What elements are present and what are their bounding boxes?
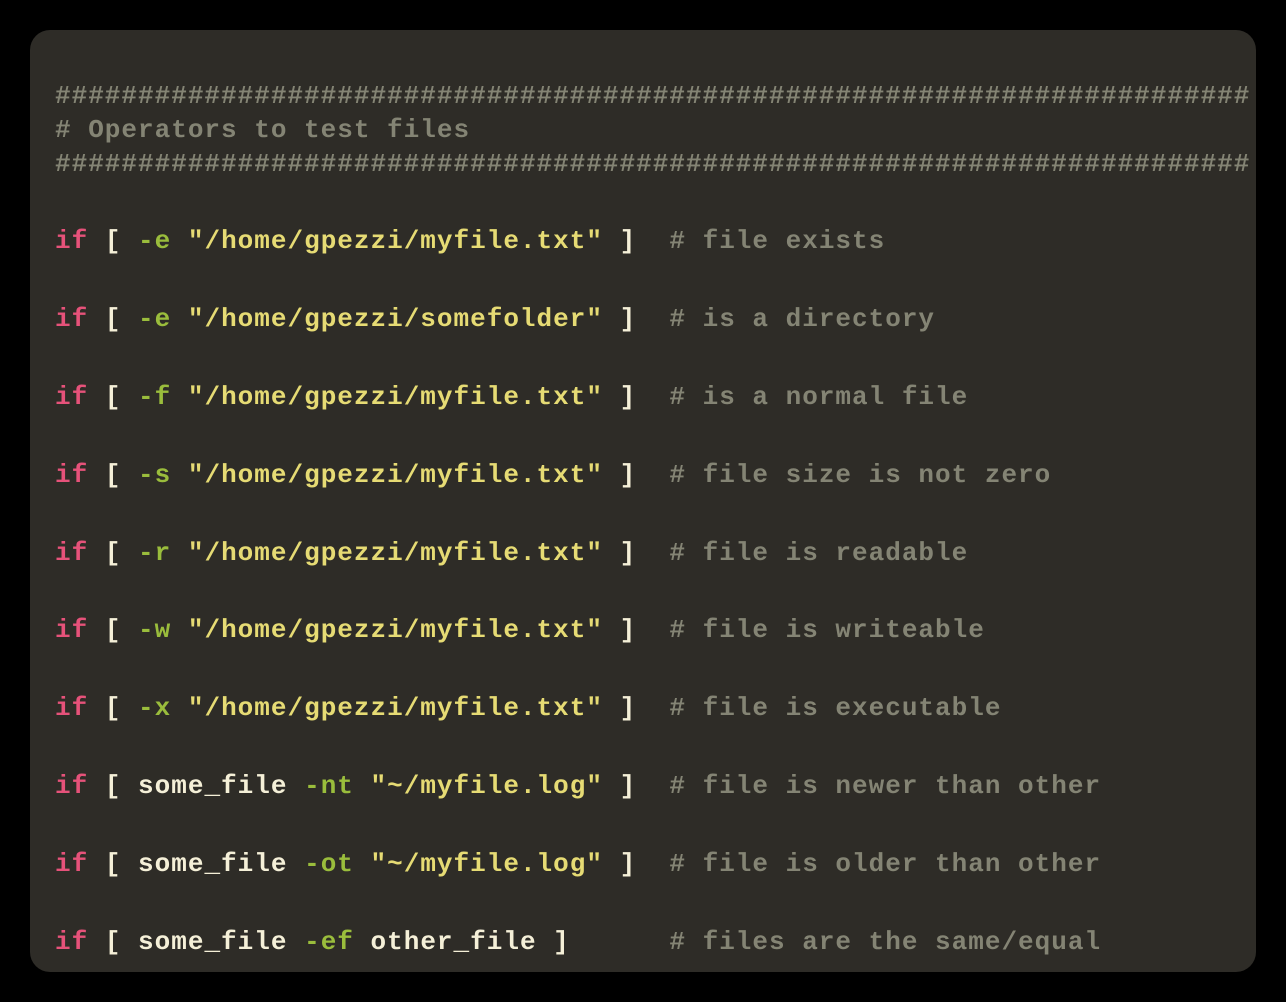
string-path: "/home/gpezzi/myfile.txt" bbox=[188, 226, 603, 256]
bracket-right: ] bbox=[620, 771, 637, 801]
bracket-left: [ bbox=[105, 615, 122, 645]
code-line: if [ -r "/home/gpezzi/myfile.txt" ] # fi… bbox=[55, 537, 1231, 571]
bracket-left: [ bbox=[105, 538, 122, 568]
comment: # file exists bbox=[669, 226, 885, 256]
flag: -f bbox=[138, 382, 171, 412]
blank-line bbox=[55, 337, 1231, 381]
code-line: if [ -s "/home/gpezzi/myfile.txt" ] # fi… bbox=[55, 459, 1231, 493]
blank-line bbox=[55, 415, 1231, 459]
comment: # is a directory bbox=[669, 304, 935, 334]
flag: -ot bbox=[304, 849, 354, 879]
code-line: if [ -e "/home/gpezzi/somefolder" ] # is… bbox=[55, 303, 1231, 337]
keyword-if: if bbox=[55, 538, 88, 568]
identifier: some_file bbox=[138, 849, 287, 879]
bracket-left: [ bbox=[105, 927, 122, 957]
bracket-left: [ bbox=[105, 693, 122, 723]
bracket-left: [ bbox=[105, 382, 122, 412]
code-line: if [ -e "/home/gpezzi/myfile.txt" ] # fi… bbox=[55, 225, 1231, 259]
bracket-right: ] bbox=[620, 615, 637, 645]
blank-line bbox=[55, 726, 1231, 770]
keyword-if: if bbox=[55, 927, 88, 957]
flag: -w bbox=[138, 615, 171, 645]
bracket-right: ] bbox=[620, 226, 637, 256]
code-line: if [ some_file -ot "~/myfile.log" ] # fi… bbox=[55, 848, 1231, 882]
bracket-right: ] bbox=[620, 460, 637, 490]
code-line: if [ -w "/home/gpezzi/myfile.txt" ] # fi… bbox=[55, 614, 1231, 648]
identifier: some_file bbox=[138, 771, 287, 801]
string-path: "/home/gpezzi/somefolder" bbox=[188, 304, 603, 334]
identifier: other_file bbox=[371, 927, 537, 957]
blank-line bbox=[55, 493, 1231, 537]
blank-line bbox=[55, 648, 1231, 692]
comment: # file is executable bbox=[669, 693, 1001, 723]
header-rule-top: ########################################… bbox=[55, 80, 1231, 114]
string-path: "/home/gpezzi/myfile.txt" bbox=[188, 693, 603, 723]
blank-line bbox=[55, 259, 1231, 303]
blank-line bbox=[55, 882, 1231, 926]
string-path: "/home/gpezzi/myfile.txt" bbox=[188, 615, 603, 645]
keyword-if: if bbox=[55, 304, 88, 334]
flag: -r bbox=[138, 538, 171, 568]
bracket-right: ] bbox=[620, 538, 637, 568]
keyword-if: if bbox=[55, 693, 88, 723]
bracket-right: ] bbox=[553, 927, 570, 957]
blank-line bbox=[55, 181, 1231, 225]
bracket-left: [ bbox=[105, 304, 122, 334]
string-path: "/home/gpezzi/myfile.txt" bbox=[188, 538, 603, 568]
flag: -ef bbox=[304, 927, 354, 957]
flag: -x bbox=[138, 693, 171, 723]
code-body: if [ -e "/home/gpezzi/myfile.txt" ] # fi… bbox=[55, 225, 1231, 959]
comment: # file is newer than other bbox=[669, 771, 1101, 801]
keyword-if: if bbox=[55, 226, 88, 256]
header-rule-bottom: ########################################… bbox=[55, 148, 1231, 182]
header-title: # Operators to test files bbox=[55, 114, 1231, 148]
code-terminal: ########################################… bbox=[30, 30, 1256, 972]
flag: -s bbox=[138, 460, 171, 490]
code-line: if [ some_file -ef other_file ] # files … bbox=[55, 926, 1231, 960]
string-path: "~/myfile.log" bbox=[371, 849, 603, 879]
string-path: "/home/gpezzi/myfile.txt" bbox=[188, 460, 603, 490]
flag: -e bbox=[138, 226, 171, 256]
comment: # file size is not zero bbox=[669, 460, 1051, 490]
identifier: some_file bbox=[138, 927, 287, 957]
code-line: if [ -f "/home/gpezzi/myfile.txt" ] # is… bbox=[55, 381, 1231, 415]
bracket-left: [ bbox=[105, 460, 122, 490]
keyword-if: if bbox=[55, 615, 88, 645]
flag: -e bbox=[138, 304, 171, 334]
keyword-if: if bbox=[55, 460, 88, 490]
string-path: "~/myfile.log" bbox=[371, 771, 603, 801]
bracket-left: [ bbox=[105, 849, 122, 879]
code-line: if [ -x "/home/gpezzi/myfile.txt" ] # fi… bbox=[55, 692, 1231, 726]
comment: # file is older than other bbox=[669, 849, 1101, 879]
flag: -nt bbox=[304, 771, 354, 801]
comment: # files are the same/equal bbox=[669, 927, 1101, 957]
blank-line bbox=[55, 804, 1231, 848]
blank-line bbox=[55, 570, 1231, 614]
keyword-if: if bbox=[55, 382, 88, 412]
comment: # file is writeable bbox=[669, 615, 984, 645]
keyword-if: if bbox=[55, 849, 88, 879]
code-line: if [ some_file -nt "~/myfile.log" ] # fi… bbox=[55, 770, 1231, 804]
string-path: "/home/gpezzi/myfile.txt" bbox=[188, 382, 603, 412]
bracket-left: [ bbox=[105, 226, 122, 256]
bracket-left: [ bbox=[105, 771, 122, 801]
bracket-right: ] bbox=[620, 693, 637, 723]
keyword-if: if bbox=[55, 771, 88, 801]
bracket-right: ] bbox=[620, 849, 637, 879]
bracket-right: ] bbox=[620, 382, 637, 412]
bracket-right: ] bbox=[620, 304, 637, 334]
comment: # file is readable bbox=[669, 538, 968, 568]
comment: # is a normal file bbox=[669, 382, 968, 412]
